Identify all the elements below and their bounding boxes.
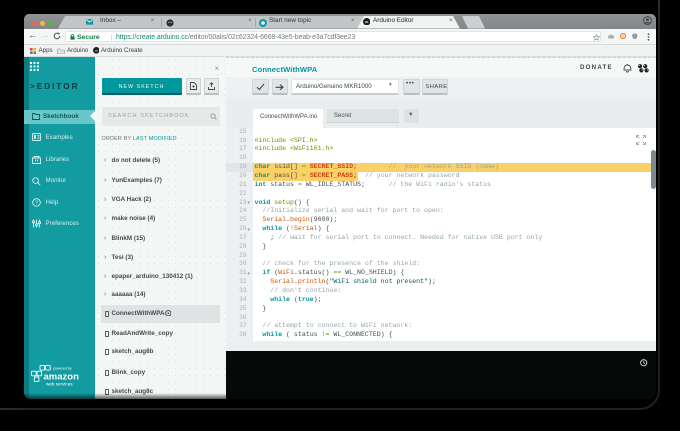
- svg-text:∞: ∞: [94, 48, 97, 53]
- svg-text:∞: ∞: [365, 20, 369, 26]
- svg-text:web services: web services: [46, 382, 73, 387]
- svg-text:?: ?: [35, 201, 38, 207]
- svg-text:powered by: powered by: [53, 367, 72, 371]
